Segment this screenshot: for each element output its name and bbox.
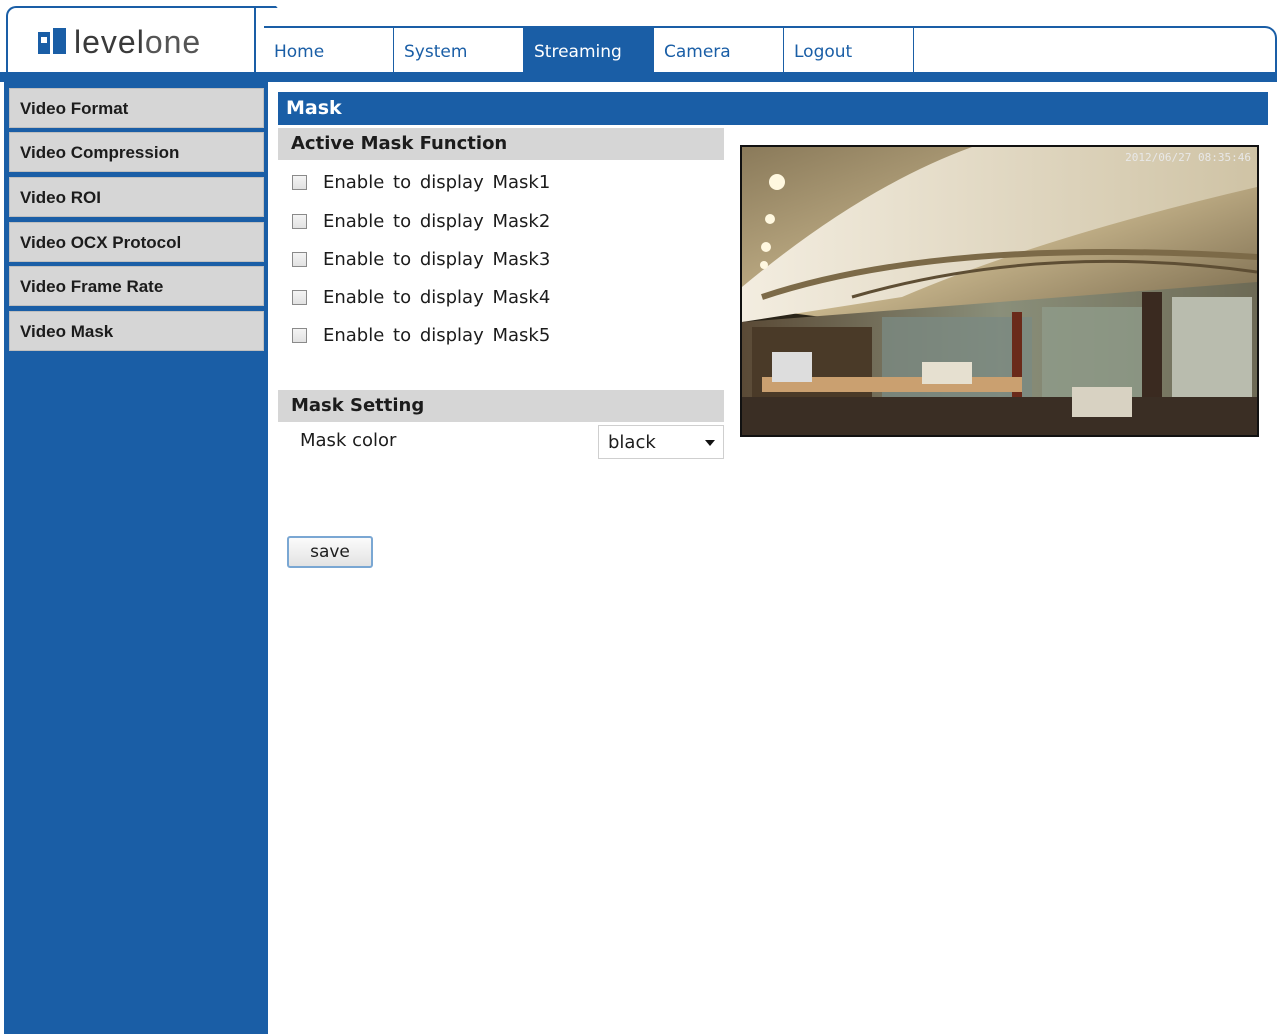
mask2-row: Enable to display Mask2 [292,209,550,233]
sidebar-item-video-roi[interactable]: Video ROI [9,177,264,217]
active-mask-heading: Active Mask Function [278,128,724,160]
main-content: Mask Active Mask Function Enable to disp… [278,82,1273,1034]
sidebar-item-video-format[interactable]: Video Format [9,88,264,128]
mask1-row: Enable to display Mask1 [292,170,550,194]
chevron-down-icon [705,440,715,446]
mask4-row: Enable to display Mask4 [292,285,550,309]
levelone-logo: levelone [38,26,201,58]
sidebar-item-video-ocx-protocol[interactable]: Video OCX Protocol [9,222,264,262]
save-button[interactable]: save [287,536,373,568]
sidebar-item-video-mask[interactable]: Video Mask [9,311,264,351]
camera-preview-image [742,147,1257,435]
tab-system[interactable]: System [394,28,524,72]
mask-setting-heading: Mask Setting [278,390,724,422]
mask2-label: Enable to display Mask2 [323,210,551,232]
mask-color-select[interactable]: black [598,425,724,459]
mask3-checkbox[interactable] [292,251,307,267]
mask4-checkbox[interactable] [292,289,307,305]
mask1-checkbox[interactable] [292,174,307,190]
mask5-label: Enable to display Mask5 [323,324,551,346]
tab-home[interactable]: Home [264,28,394,72]
mask1-label: Enable to display Mask1 [323,171,551,193]
tab-logout[interactable]: Logout [784,28,914,72]
mask3-label: Enable to display Mask3 [323,248,551,270]
camera-preview: 2012/06/27 08:35:46 [740,145,1259,437]
top-nav: Home System Streaming Camera Logout [264,26,1277,72]
preview-timestamp: 2012/06/27 08:35:46 [1125,151,1251,164]
nav-underline-bar [0,72,1277,82]
mask3-row: Enable to display Mask3 [292,247,550,271]
sidebar: Video Format Video Compression Video ROI… [4,82,268,1034]
sidebar-item-video-frame-rate[interactable]: Video Frame Rate [9,266,264,306]
sidebar-item-video-compression[interactable]: Video Compression [9,132,264,172]
logo-mark-icon [38,28,68,56]
mask4-label: Enable to display Mask4 [323,286,551,308]
mask-color-label: Mask color [300,430,397,451]
tab-camera[interactable]: Camera [654,28,784,72]
logo-text: levelone [74,24,202,60]
mask5-checkbox[interactable] [292,327,307,343]
logo-area: levelone [6,6,256,76]
header: levelone Home System Streaming Camera Lo… [0,0,1277,82]
mask2-checkbox[interactable] [292,213,307,229]
page-title: Mask [278,92,1268,125]
mask-color-value: black [608,432,656,453]
mask5-row: Enable to display Mask5 [292,323,550,347]
tab-streaming[interactable]: Streaming [524,28,654,72]
